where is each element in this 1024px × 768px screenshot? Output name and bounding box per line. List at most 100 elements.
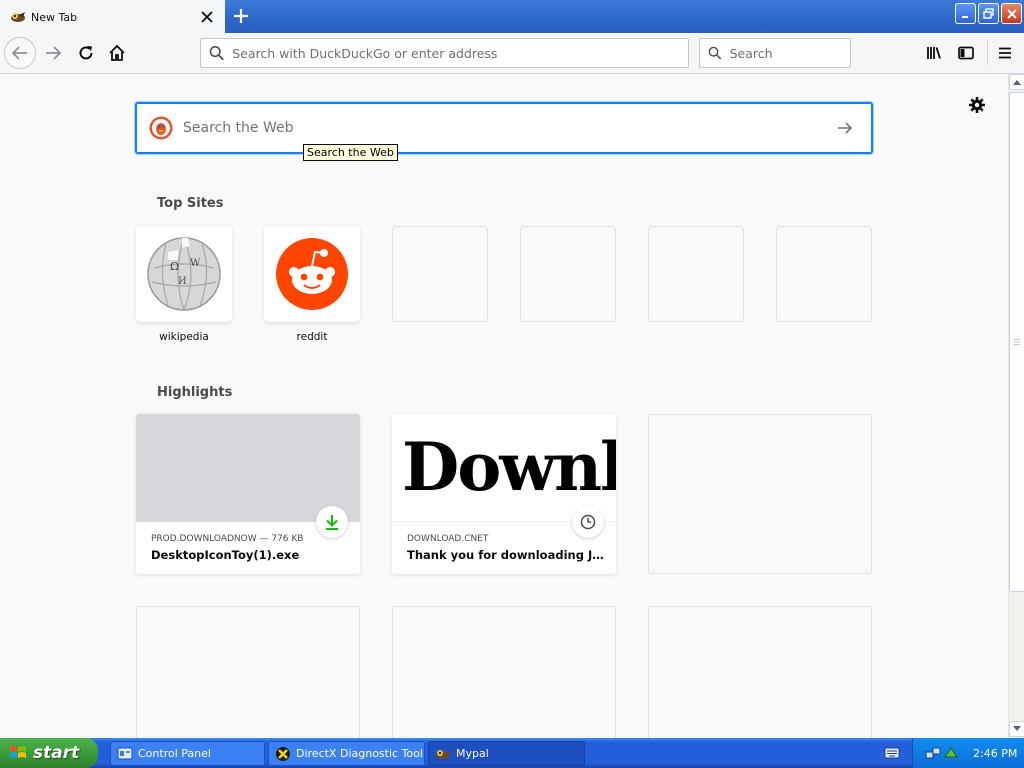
web-search-box[interactable] — [135, 102, 873, 154]
taskbar-item-control-panel[interactable]: Control Panel — [110, 741, 265, 766]
arrow-left-icon — [11, 46, 27, 60]
top-site-placeholder[interactable] — [648, 226, 744, 322]
start-button[interactable]: start — [0, 738, 98, 768]
taskbar-item-label: Mypal — [456, 747, 489, 760]
taskbar-item-mypal[interactable]: Mypal — [428, 741, 585, 766]
control-panel-icon — [117, 747, 133, 759]
web-search-input[interactable] — [183, 120, 825, 136]
keyboard-icon-glyph — [884, 747, 900, 759]
search-icon — [209, 46, 224, 61]
top-site-empty-slot[interactable] — [392, 226, 488, 322]
top-site-placeholder[interactable] — [520, 226, 616, 322]
top-sites-heading: Top Sites — [157, 196, 224, 211]
highlight-placeholder — [648, 606, 872, 738]
preview-image-text: Downl — [402, 428, 616, 506]
taskbar-item-label: Control Panel — [138, 747, 211, 760]
search-tooltip: Search the Web — [303, 144, 398, 161]
duckduckgo-logo-icon — [149, 116, 173, 140]
svg-text:Ω: Ω — [170, 260, 179, 273]
top-site-tile[interactable]: Ω W И — [136, 226, 232, 322]
tab-new-tab[interactable]: New Tab — [0, 0, 225, 34]
tab-title: New Tab — [31, 10, 78, 24]
card-title: DesktopIconToy(1).exe — [151, 548, 300, 562]
reddit-logo-icon — [276, 238, 348, 310]
start-label: start — [33, 743, 80, 763]
keyboard-icon[interactable] — [884, 745, 900, 764]
directx-icon — [276, 746, 290, 761]
back-button[interactable] — [4, 37, 36, 69]
minimize-icon — [961, 15, 968, 18]
top-site-wikipedia[interactable]: Ω W И wikipedia — [136, 226, 232, 343]
navigation-toolbar — [0, 33, 1024, 74]
download-badge — [316, 506, 348, 538]
restore-icon — [983, 8, 994, 19]
sidebar-toggle-button[interactable] — [950, 37, 982, 69]
reload-icon — [79, 46, 93, 60]
new-tab-page: Search the Web Top Sites Ω W И wikipedia — [0, 74, 1008, 738]
top-site-placeholder[interactable] — [392, 226, 488, 322]
page-settings-button[interactable] — [966, 94, 988, 116]
close-icon — [201, 11, 213, 23]
minimize-button[interactable] — [955, 3, 976, 24]
top-site-tile[interactable] — [264, 226, 360, 322]
highlight-placeholder — [392, 606, 616, 738]
taskbar-item-label: DirectX Diagnostic Tool — [296, 747, 423, 760]
home-icon — [109, 44, 125, 61]
search-input[interactable] — [729, 45, 850, 61]
search-icon — [708, 46, 722, 60]
scroll-thumb[interactable] — [1009, 92, 1024, 592]
wikipedia-globe-icon: Ω W И — [147, 237, 221, 311]
card-title: Thank you for downloading Jeff'... — [407, 548, 607, 562]
grip-icon — [1014, 339, 1020, 345]
mypal-icon — [436, 749, 450, 759]
network-icon[interactable] — [925, 745, 941, 761]
highlight-placeholder — [136, 606, 360, 738]
windows-taskbar: start Control Panel DirectX Diagnostic T… — [0, 738, 1024, 768]
taskbar-item-directx-diagnostic-tool[interactable]: DirectX Diagnostic Tool — [268, 741, 425, 766]
sidebar-icon — [958, 46, 974, 60]
scroll-up-button[interactable] — [1009, 74, 1024, 90]
scroll-down-button[interactable] — [1009, 721, 1024, 737]
caret-up-icon — [1013, 80, 1021, 85]
new-tab-button[interactable] — [229, 3, 253, 29]
window-close-button[interactable] — [1001, 3, 1022, 24]
top-site-reddit[interactable]: reddit — [264, 226, 360, 343]
restore-button[interactable] — [978, 3, 999, 24]
system-tray: 2:46 PM — [912, 738, 1024, 768]
top-site-empty-slot[interactable] — [648, 226, 744, 322]
top-site-label: reddit — [296, 331, 328, 343]
tab-close-button[interactable] — [193, 3, 221, 31]
search-bar[interactable] — [699, 38, 851, 68]
web-search-submit-button[interactable] — [825, 108, 865, 148]
windows-logo-icon — [10, 746, 26, 758]
card-host: DOWNLOAD.CNET — [407, 534, 489, 544]
caret-down-icon — [1013, 726, 1021, 731]
menu-button[interactable] — [989, 37, 1021, 69]
library-button[interactable] — [918, 37, 950, 69]
library-icon — [927, 47, 941, 59]
url-input[interactable] — [232, 45, 688, 61]
safely-remove-hardware-icon[interactable] — [943, 745, 959, 761]
top-site-empty-slot[interactable] — [776, 226, 872, 322]
download-icon — [326, 515, 338, 530]
url-bar[interactable] — [200, 38, 689, 68]
forward-button[interactable] — [37, 37, 69, 69]
arrow-right-icon — [838, 122, 853, 134]
clock[interactable]: 2:46 PM — [973, 747, 1017, 760]
history-badge — [572, 506, 604, 538]
highlight-card-download[interactable]: PROD.DOWNLOADNOW — 776 KB DesktopIconToy… — [136, 414, 360, 574]
top-site-empty-slot[interactable] — [520, 226, 616, 322]
highlight-placeholder — [648, 414, 872, 574]
mypal-icon — [11, 12, 25, 22]
reload-button[interactable] — [70, 37, 102, 69]
clock-icon — [580, 514, 596, 530]
vertical-scrollbar[interactable] — [1008, 74, 1024, 738]
highlight-card-cnet[interactable]: Downl DOWNLOAD.CNET Thank you for downlo… — [392, 414, 616, 574]
gear-icon — [969, 97, 985, 113]
toolbar-separator — [987, 41, 988, 65]
plus-icon — [234, 9, 248, 23]
svg-text:W: W — [190, 258, 201, 269]
home-button[interactable] — [101, 37, 133, 69]
highlights-heading: Highlights — [157, 385, 233, 400]
top-site-placeholder[interactable] — [776, 226, 872, 322]
